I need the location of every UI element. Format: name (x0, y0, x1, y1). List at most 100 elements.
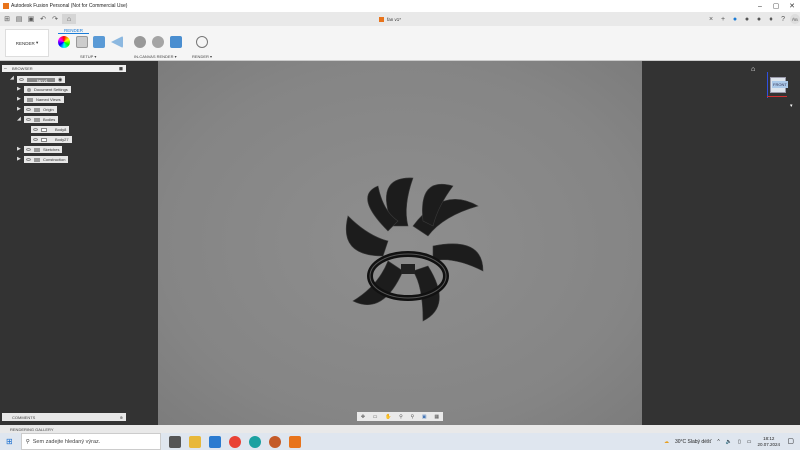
viewcube-menu-icon[interactable]: ▾ (790, 103, 793, 109)
tab-render[interactable]: RENDER (58, 28, 90, 34)
chrome-icon[interactable] (228, 435, 241, 448)
weather-text[interactable]: 30°C Slabý déšť (675, 439, 711, 445)
zoom-window-icon[interactable]: ⚲ (411, 414, 415, 420)
activate-radio-icon[interactable]: ◉ (58, 77, 62, 83)
fusion-taskbar-icon[interactable] (288, 435, 301, 448)
expand-arrow-icon[interactable]: ▶ (17, 146, 21, 152)
collapse-arrow-icon[interactable]: ◢ (17, 116, 21, 122)
navigation-bar: ✥ ▭ ✋ ⚲ ⚲ ▣ ▦ (357, 412, 443, 421)
group-render[interactable]: RENDER ▾ (192, 54, 212, 59)
render-teapot-icon[interactable] (196, 36, 208, 48)
in-canvas-render-settings-icon[interactable] (152, 36, 164, 48)
close-tab-icon[interactable]: × (706, 14, 716, 24)
visibility-eye-icon[interactable] (26, 148, 31, 151)
browser-app-icon[interactable] (268, 435, 281, 448)
expand-arrow-icon[interactable]: ▶ (17, 156, 21, 162)
search-placeholder: Sem zadejte hledaný výraz. (32, 438, 101, 445)
browser-root-node[interactable]: fan v1 ◉ (17, 76, 66, 83)
visibility-eye-icon[interactable] (19, 78, 24, 81)
visibility-eye-icon[interactable] (33, 128, 38, 131)
group-in-canvas-render[interactable]: IN-CANVAS RENDER ▾ (134, 54, 177, 59)
show-hidden-icons[interactable]: ^ (717, 439, 719, 445)
comments-label: COMMENTS (12, 414, 36, 420)
task-view-icon[interactable] (168, 435, 181, 448)
right-panel (642, 61, 800, 425)
quick-access-bar: ⊞ ▤ ▣ ↶ ↷ ⌂ fan v1* × + ● ● ● ♦ ? ŘB (0, 12, 800, 26)
expand-root-icon[interactable]: ◢ (10, 75, 14, 81)
edge-icon[interactable] (248, 435, 261, 448)
clock[interactable]: 18:12 20.07.2024 (757, 436, 780, 448)
workspace-label: RENDER (15, 40, 35, 46)
in-canvas-render-icon[interactable] (134, 36, 146, 48)
new-tab-icon[interactable]: + (718, 14, 728, 24)
clock-icon[interactable]: ● (754, 14, 764, 24)
user-avatar[interactable]: ŘB (790, 14, 800, 24)
workspace-switcher[interactable]: RENDER ▾ (5, 29, 49, 57)
browser-pin-icon[interactable]: ◼ (119, 66, 123, 72)
network-icon[interactable]: ▭ (747, 439, 752, 445)
display-settings-icon[interactable]: ▣ (422, 414, 427, 420)
file-explorer-icon[interactable] (188, 435, 201, 448)
home-view-icon[interactable]: ⌂ (751, 66, 755, 73)
texture-map-icon[interactable] (93, 36, 105, 48)
visibility-eye-icon[interactable] (26, 108, 31, 111)
taskbar-search[interactable]: ⚲ Sem zadejte hledaný výraz. (20, 433, 161, 450)
node-label: Body27 (55, 137, 69, 142)
file-menu-icon[interactable]: ▤ (14, 14, 24, 24)
browser-node-origin[interactable]: Origin (24, 106, 57, 113)
windows-start-icon[interactable]: ⊞ (6, 437, 13, 446)
close-button[interactable]: ✕ (784, 2, 800, 10)
zoom-icon[interactable]: ⚲ (399, 414, 403, 420)
visibility-eye-icon[interactable] (26, 158, 31, 161)
expand-arrow-icon[interactable]: ▶ (17, 106, 21, 112)
visibility-eye-icon[interactable] (33, 138, 38, 141)
group-setup[interactable]: SETUP ▾ (80, 54, 96, 59)
minimize-button[interactable]: – (752, 3, 768, 10)
save-icon[interactable]: ▣ (26, 14, 36, 24)
apps-grid-icon[interactable]: ⊞ (2, 14, 12, 24)
orbit-icon[interactable]: ✥ (361, 414, 365, 420)
browser-node-body8[interactable]: Body8 (31, 126, 70, 133)
rendering-gallery-bar[interactable]: RENDERING GALLERY (0, 425, 800, 433)
decal-icon[interactable] (111, 36, 123, 48)
grid-settings-icon[interactable]: ▦ (434, 414, 439, 420)
browser-node-sketches[interactable]: Sketches (24, 146, 63, 153)
system-tray: ☁ 30°C Slabý déšť ^ 🔈 ▯ ▭ 18:12 20.07.202… (664, 433, 780, 450)
notifications-icon[interactable]: ♦ (766, 14, 776, 24)
home-icon[interactable]: ⌂ (62, 14, 76, 24)
maximize-button[interactable]: ▢ (768, 2, 784, 10)
visibility-eye-icon[interactable] (26, 118, 31, 121)
folder-icon (27, 97, 33, 102)
browser-node-named-views[interactable]: Named Views (24, 96, 64, 103)
appearance-icon[interactable] (58, 36, 70, 48)
look-at-icon[interactable]: ▭ (373, 414, 378, 420)
pan-icon[interactable]: ✋ (385, 414, 391, 420)
canvas-viewport[interactable] (158, 61, 642, 425)
notification-center-icon[interactable]: ▢ (787, 437, 794, 445)
undo-icon[interactable]: ↶ (38, 14, 48, 24)
browser-node-construction[interactable]: Construction (24, 156, 69, 163)
job-status-icon[interactable]: ● (730, 14, 740, 24)
redo-icon[interactable]: ↷ (50, 14, 60, 24)
add-comment-icon[interactable]: ⊕ (120, 415, 123, 420)
node-label: Bodies (43, 117, 56, 122)
browser-node-body27[interactable]: Body27 (31, 136, 72, 143)
volume-icon[interactable]: 🔈 (726, 439, 732, 445)
capture-image-icon[interactable] (170, 36, 182, 48)
browser-node-bodies[interactable]: Bodies (24, 116, 59, 123)
gear-icon (27, 87, 31, 92)
browser-collapse-icon[interactable]: – (4, 66, 7, 72)
viewcube[interactable]: FRONT (762, 72, 788, 102)
viewcube-front-face[interactable]: FRONT (772, 81, 788, 88)
document-tab[interactable]: fan v1* (387, 17, 401, 22)
scene-settings-icon[interactable] (76, 36, 88, 48)
help-icon[interactable]: ? (778, 14, 788, 24)
browser-node-document-settings[interactable]: Document Settings (24, 86, 71, 93)
expand-arrow-icon[interactable]: ▶ (17, 96, 21, 102)
mail-icon[interactable] (208, 435, 221, 448)
expand-arrow-icon[interactable]: ▶ (17, 86, 21, 92)
battery-icon[interactable]: ▯ (738, 439, 741, 445)
comments-panel[interactable]: COMMENTS ⊕ (2, 413, 126, 421)
folder-icon (34, 107, 40, 112)
extensions-icon[interactable]: ● (742, 14, 752, 24)
